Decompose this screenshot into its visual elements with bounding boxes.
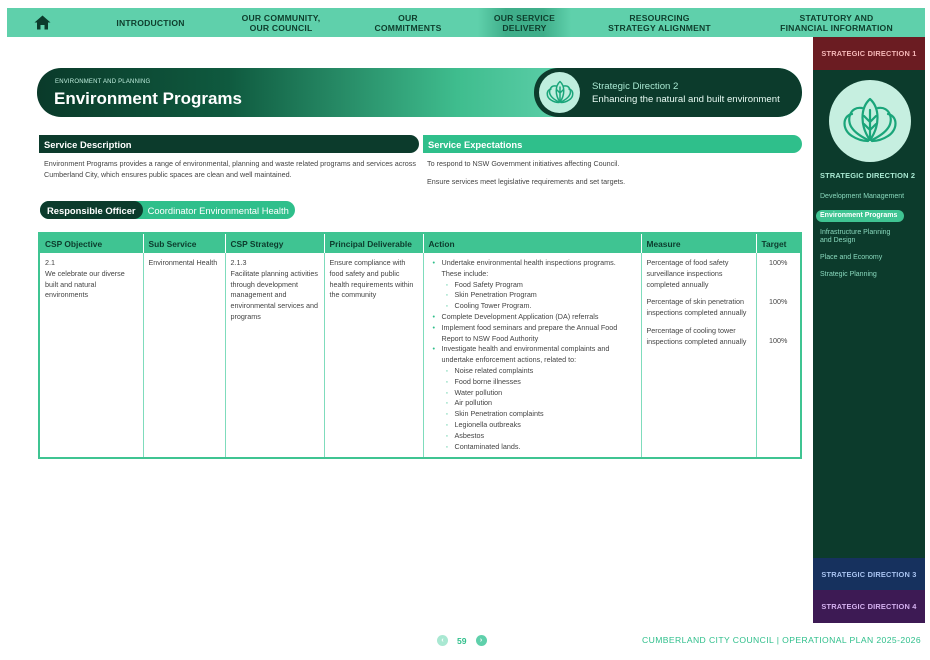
page-banner: ENVIRONMENT AND PLANNING Environment Pro… — [37, 68, 802, 117]
measure-item: Percentage of food safety surveillance i… — [646, 258, 729, 289]
table-header-row: CSP Objective Sub Service CSP Strategy P… — [39, 233, 801, 253]
sidebar-strategic-direction-2[interactable]: STRATEGIC DIRECTION 2 — [820, 171, 915, 180]
action-subitem: Food borne illnesses — [429, 377, 636, 388]
service-description-header: Service Description — [39, 135, 419, 153]
nav-introduction[interactable]: INTRODUCTION — [77, 8, 224, 37]
responsible-officer-value: Coordinator Environmental Health — [147, 204, 289, 216]
sub-service-text: Environmental Health — [148, 258, 218, 267]
lotus-leaf-icon — [829, 80, 911, 162]
table-row: 2.1 We celebrate our diverse built and n… — [39, 253, 801, 459]
nav-our-service-delivery[interactable]: OUR SERVICE DELIVERY — [478, 8, 571, 37]
action-subitem: Air pollution — [429, 398, 636, 409]
objective-number: 2.1 — [45, 258, 55, 267]
cell-measure: Percentage of food safety surveillance i… — [641, 253, 757, 459]
objective-text: We celebrate our diverse built and natur… — [45, 268, 125, 300]
sidebar-item-strategic-planning[interactable]: Strategic Planning — [813, 271, 925, 279]
service-expectation-1: To respond to NSW Government initiatives… — [427, 159, 620, 168]
page-number: 59 — [457, 635, 467, 646]
sidebar-item-development-management[interactable]: Development Management — [813, 193, 925, 201]
action-subitem: Noise related complaints — [429, 366, 636, 377]
page-navigator: ‹ 59 › — [437, 635, 487, 646]
col-csp-strategy: CSP Strategy — [225, 233, 325, 253]
nav-statutory-financial[interactable]: STATUTORY AND FINANCIAL INFORMATION — [748, 8, 925, 37]
col-csp-objective: CSP Objective — [39, 233, 144, 253]
next-page-icon[interactable]: › — [475, 635, 487, 646]
service-expectation-2: Ensure services meet legislative require… — [427, 177, 626, 186]
cell-target: 100% 100% 100% — [756, 253, 801, 458]
footer-org: CUMBERLAND CITY COUNCIL — [642, 635, 774, 645]
action-subitem: Skin Penetration complaints — [429, 409, 636, 420]
target-item: 100% — [769, 335, 788, 345]
action-list: Undertake environmental health inspectio… — [429, 258, 636, 452]
responsible-officer-label: Responsible Officer — [40, 201, 143, 219]
nav-our-community[interactable]: OUR COMMUNITY, OUR COUNCIL — [224, 8, 338, 37]
action-item: Complete Development Application (DA) re… — [429, 312, 636, 323]
strategic-direction-subtitle: Enhancing the natural and built environm… — [592, 94, 780, 105]
sidebar-strategic-direction-3[interactable]: STRATEGIC DIRECTION 3 — [813, 558, 925, 590]
sidebar-strategic-direction-4[interactable]: STRATEGIC DIRECTION 4 — [813, 590, 925, 623]
sidebar-service-links: Development Management Environment Progr… — [813, 193, 925, 288]
sidebar-item-place-economy[interactable]: Place and Economy — [813, 254, 925, 262]
measure-item: Percentage of cooling tower inspections … — [646, 325, 747, 346]
cell-csp-objective: 2.1 We celebrate our diverse built and n… — [39, 253, 144, 459]
previous-page-icon[interactable]: ‹ — [437, 635, 448, 646]
sidebar-strategic-direction-1[interactable]: STRATEGIC DIRECTION 1 — [813, 37, 925, 70]
lotus-leaf-icon — [539, 72, 580, 113]
nav-resourcing-strategy[interactable]: RESOURCING STRATEGY ALIGNMENT — [571, 8, 748, 37]
col-target: Target — [756, 233, 801, 253]
responsible-officer: Responsible Officer Coordinator Environm… — [40, 201, 295, 219]
cell-sub-service: Environmental Health — [143, 253, 226, 459]
service-description-text: Environment Programs provides a range of… — [44, 159, 416, 179]
footer-doc: OPERATIONAL PLAN 2025-2026 — [782, 635, 922, 645]
action-subitem: Asbestos — [429, 431, 636, 442]
action-subitem: Legionella outbreaks — [429, 420, 636, 431]
target-item: 100% — [769, 296, 788, 306]
col-principal-deliverable: Principal Deliverable — [324, 233, 424, 253]
page-title: Environment Programs — [54, 89, 242, 108]
col-sub-service: Sub Service — [143, 233, 226, 253]
measure-item: Percentage of skin penetration inspectio… — [646, 297, 747, 318]
service-delivery-table: CSP Objective Sub Service CSP Strategy P… — [38, 232, 802, 460]
col-measure: Measure — [641, 233, 757, 253]
cell-csp-strategy: 2.1.3 Facilitate planning activities thr… — [225, 253, 325, 459]
action-item: Implement food seminars and prepare the … — [429, 323, 636, 345]
top-navigation: INTRODUCTION OUR COMMUNITY, OUR COUNCIL … — [7, 8, 925, 37]
target-item: 100% — [769, 258, 788, 267]
strategic-direction-sidebar: STRATEGIC DIRECTION 1 STRATEGIC DIRECTIO… — [813, 37, 925, 623]
home-icon — [34, 15, 50, 30]
service-expectations-header: Service Expectations — [423, 135, 802, 153]
footer-separator: | — [776, 635, 780, 645]
deliverable-text: Ensure compliance with food safety and p… — [329, 258, 414, 300]
action-subitem: Food Safety Program — [429, 280, 636, 291]
nav-our-commitments[interactable]: OUR COMMITMENTS — [338, 8, 478, 37]
footer-title: CUMBERLAND CITY COUNCIL | OPERATIONAL PL… — [642, 635, 921, 645]
action-subitem: Water pollution — [429, 388, 636, 399]
action-item: Investigate health and environmental com… — [429, 344, 636, 366]
action-subitem: Skin Penetration Program — [429, 290, 636, 301]
action-item: Undertake environmental health inspectio… — [429, 258, 636, 280]
strategic-direction-name: Strategic Direction 2 — [592, 81, 679, 92]
cell-principal-deliverable: Ensure compliance with food safety and p… — [324, 253, 424, 459]
home-button[interactable] — [7, 8, 77, 37]
strategy-number: 2.1.3 — [230, 258, 247, 267]
action-subitem: Contaminated lands. — [429, 442, 636, 453]
cell-action: Undertake environmental health inspectio… — [423, 253, 642, 459]
sidebar-item-environment-programs[interactable]: Environment Programs — [816, 210, 904, 222]
col-action: Action — [423, 233, 642, 253]
section-eyebrow: ENVIRONMENT AND PLANNING — [55, 79, 151, 85]
strategy-text: Facilitate planning activities through d… — [230, 268, 319, 321]
action-subitem: Cooling Tower Program. — [429, 301, 636, 312]
sidebar-item-infrastructure-planning[interactable]: Infrastructure Planning and Design — [813, 229, 908, 245]
